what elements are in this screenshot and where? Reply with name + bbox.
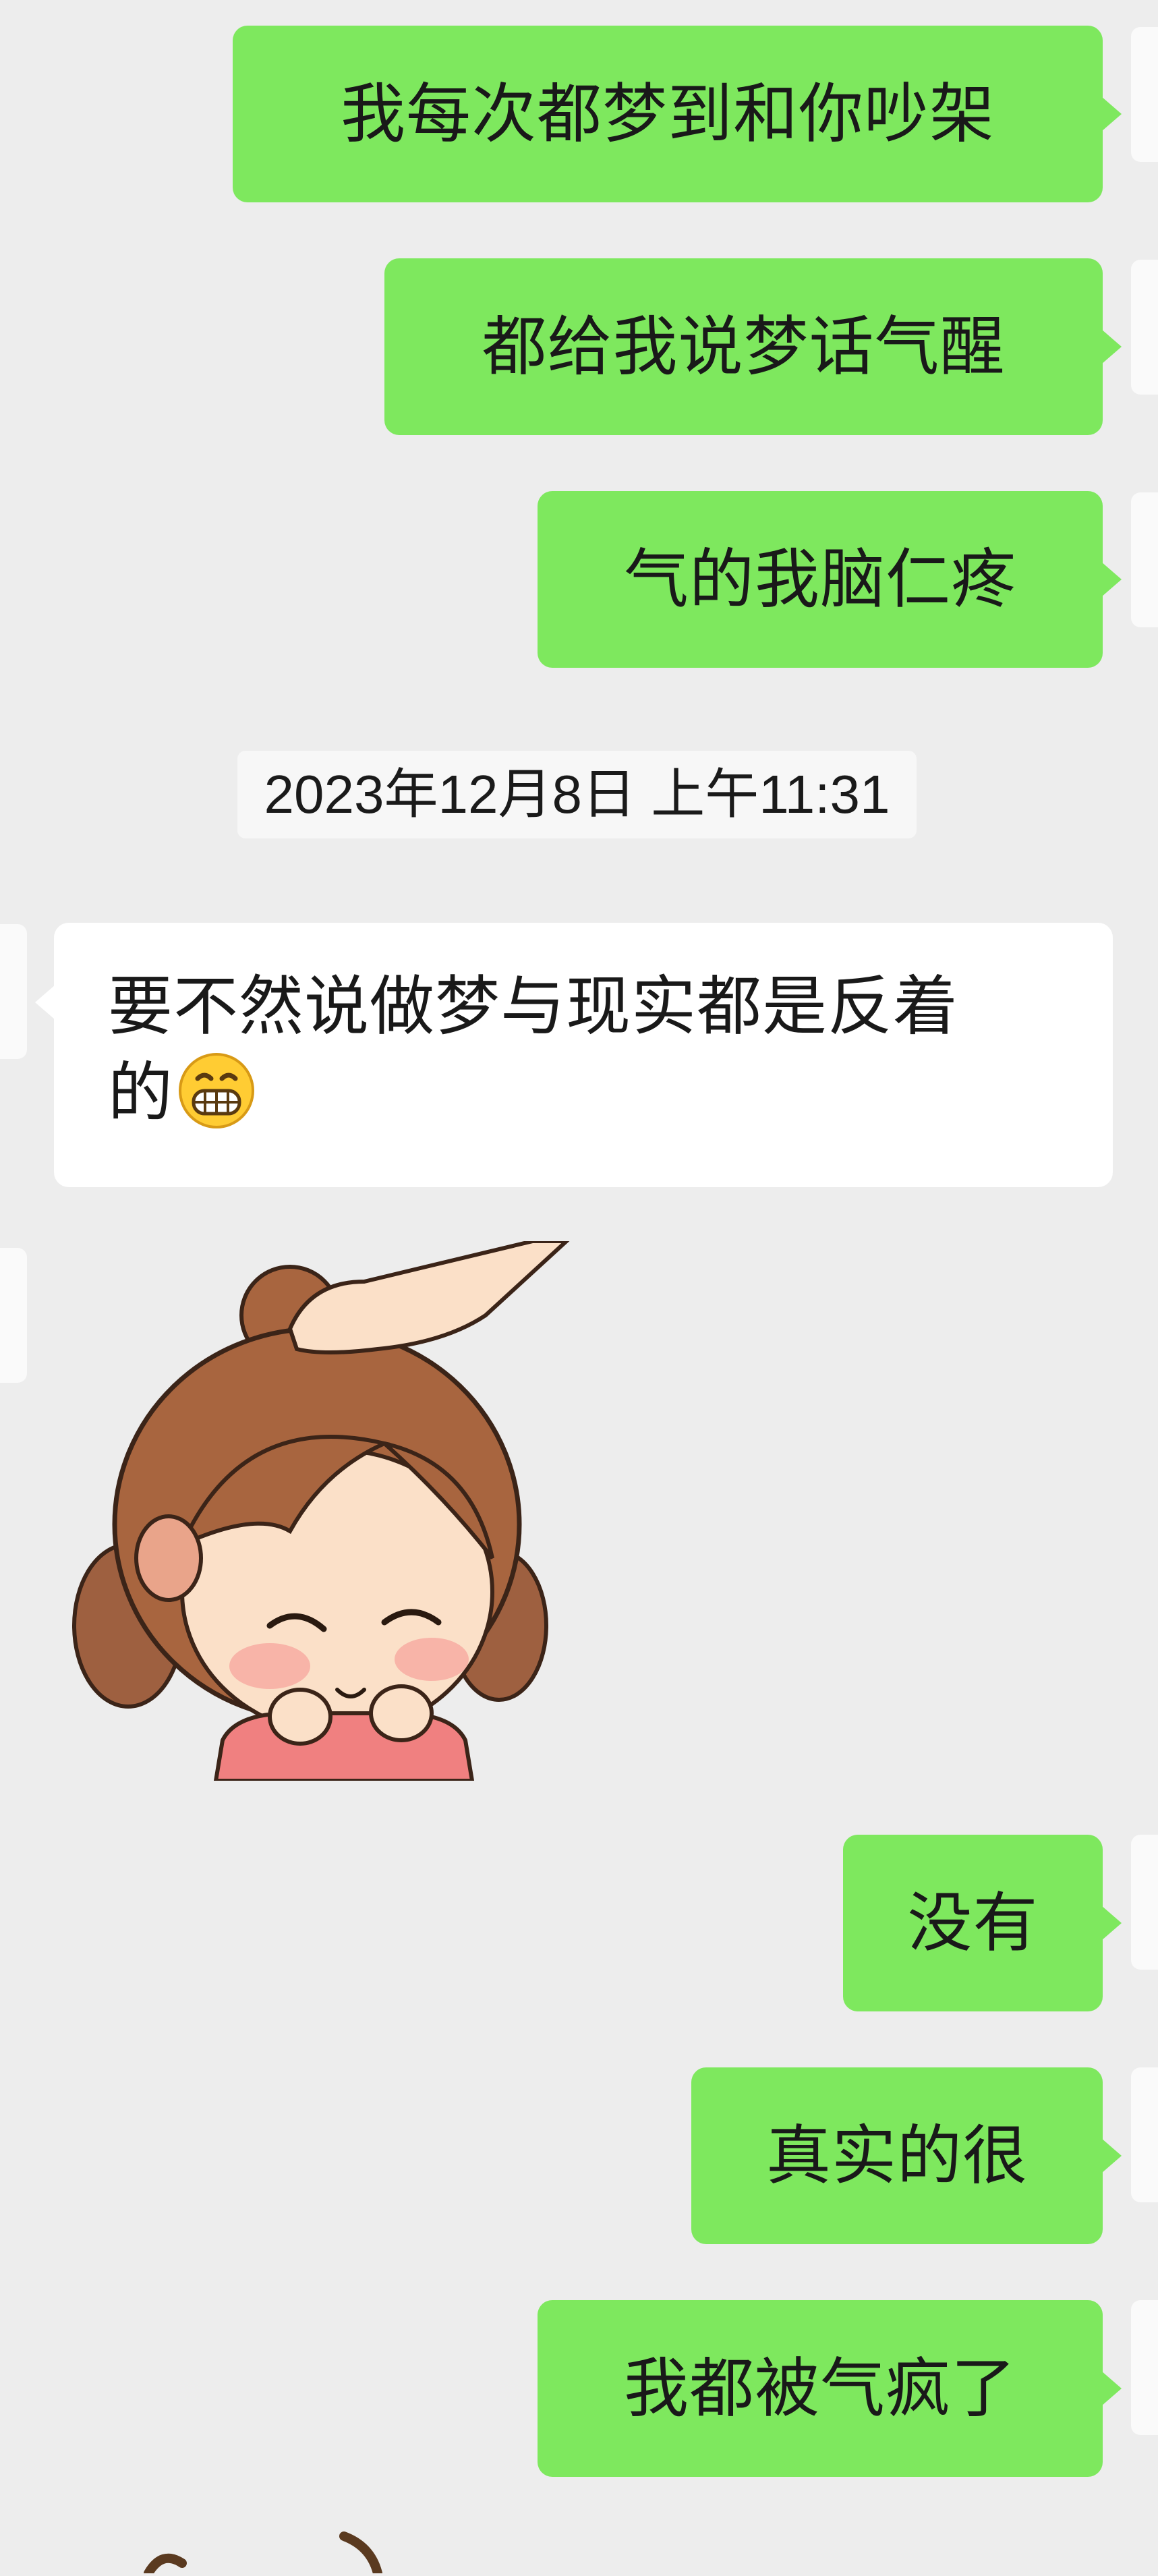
message-text: 没有 — [907, 1885, 1039, 1961]
my-avatar[interactable] — [1131, 2067, 1158, 2202]
partial-sticker — [121, 2523, 472, 2576]
message-text: 真实的很 — [766, 2118, 1028, 2194]
chat-timestamp: 2023年12月8日 上午11:31 — [237, 751, 917, 838]
contact-avatar[interactable] — [0, 1248, 27, 1383]
contact-avatar[interactable] — [0, 924, 27, 1059]
sent-message-bubble[interactable]: 我都被气疯了 — [538, 2300, 1122, 2477]
my-avatar[interactable] — [1131, 260, 1158, 395]
grinning-face-emoji — [177, 1052, 256, 1151]
sent-message-bubble[interactable]: 我每次都梦到和你吵架 — [233, 26, 1122, 202]
my-avatar[interactable] — [1131, 1835, 1158, 1970]
sent-message-bubble[interactable]: 真实的很 — [691, 2067, 1122, 2244]
my-avatar[interactable] — [1131, 2300, 1158, 2435]
sent-message-bubble[interactable]: 气的我脑仁疼 — [538, 491, 1122, 668]
my-avatar[interactable] — [1131, 492, 1158, 627]
message-text: 我都被气疯了 — [624, 2351, 1016, 2426]
message-text: 气的我脑仁疼 — [624, 542, 1016, 617]
sent-message-bubble[interactable]: 没有 — [843, 1835, 1122, 2011]
message-text: 我每次都梦到和你吵架 — [341, 76, 995, 152]
my-avatar[interactable] — [1131, 27, 1158, 162]
sent-message-bubble[interactable]: 都给我说梦话气醒 — [384, 258, 1122, 435]
cartoon-girl-head-pat-sticker[interactable] — [67, 1239, 580, 1783]
message-text-line: 要不然说做梦与现实都是反着 — [108, 969, 958, 1044]
received-message-bubble[interactable]: 要不然说做梦与现实都是反着 的 — [35, 923, 1113, 1187]
message-text: 都给我说梦话气醒 — [482, 309, 1006, 384]
message-text-line: 的 — [108, 1050, 1113, 1151]
